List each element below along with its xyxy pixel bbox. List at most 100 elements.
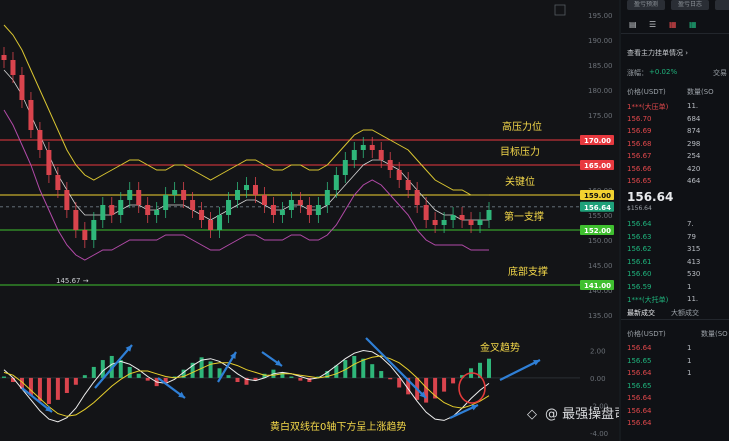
candle-body: [163, 195, 169, 210]
bid-row[interactable]: 156.64 7.: [627, 218, 729, 230]
macd-histogram-bar: [379, 371, 384, 378]
trade-row[interactable]: 156.64: [627, 405, 729, 417]
ask-price: 156.69: [627, 127, 652, 135]
macd-histogram-bar: [136, 373, 141, 378]
bid-qty: 530: [687, 270, 701, 278]
ask-row[interactable]: 156.70 684: [627, 113, 729, 125]
trade-row[interactable]: 156.65 1: [627, 355, 729, 367]
candle-body: [297, 200, 303, 205]
macd-histogram-bar: [235, 377, 240, 383]
bid-qty: 1: [687, 282, 692, 291]
ask-qty: 464: [687, 177, 701, 185]
candle-body: [405, 180, 411, 190]
ask-price: 1***(大压单): [627, 103, 669, 111]
view-toggle-bar: ▤ ☰ ▦ ▦: [621, 17, 729, 34]
layout-bids-icon[interactable]: ▦: [689, 20, 697, 29]
trade-row[interactable]: 156.64 1: [627, 342, 729, 354]
candle-body: [145, 205, 151, 215]
trade-col-qty: 数量(SO: [701, 330, 728, 338]
trade-qty: 1: [687, 344, 692, 352]
trades-tabs: 最新成交 大额成交: [621, 305, 729, 320]
layout-asks-icon[interactable]: ▦: [669, 20, 677, 29]
trend-annotation: 黄白双线在0轴下方呈上涨趋势: [270, 420, 406, 433]
trade-row[interactable]: 156.64: [627, 392, 729, 404]
macd-histogram-bar: [73, 377, 78, 385]
macd-histogram-bar: [145, 377, 150, 381]
candle-body: [360, 145, 366, 150]
change-value: +0.02%: [649, 68, 678, 76]
ask-qty: 874: [687, 127, 701, 135]
chart-area: 195.00 190.00 185.00 180.00 175.00 170.00 165.…: [0, 0, 619, 441]
candle-body: [252, 185, 258, 195]
ask-price: 156.67: [627, 152, 652, 160]
macd-histogram-bar: [64, 377, 69, 393]
macd-histogram-bar: [100, 360, 105, 378]
ask-row[interactable]: 156.69 874: [627, 125, 729, 137]
bid-price: 156.60: [627, 270, 652, 278]
candle-body: [226, 200, 232, 215]
trade-row[interactable]: 156.64 1: [627, 367, 729, 379]
bid-price: 156.64: [627, 220, 652, 228]
ask-row[interactable]: 156.65 464: [627, 175, 729, 187]
macd-histogram-bar: [118, 360, 123, 378]
ask-row[interactable]: 1***(大压单) 11.: [627, 100, 729, 112]
candle-body: [441, 220, 447, 225]
level-tag-label: 141.00: [584, 282, 611, 290]
trade-row[interactable]: 156.65: [627, 380, 729, 392]
bid-row[interactable]: 1***(大托单) 11.: [627, 293, 729, 305]
candle-body: [432, 220, 438, 225]
ask-qty: 254: [687, 152, 701, 160]
layout-both-icon[interactable]: ▤: [629, 20, 637, 29]
candle-body: [190, 200, 196, 210]
bid-row[interactable]: 156.62 315: [627, 243, 729, 255]
candle-body: [28, 100, 34, 130]
candle-body: [324, 190, 330, 205]
candle-body: [55, 175, 61, 190]
trade-col-price: 价格(USDT): [627, 330, 666, 338]
candle-body: [82, 230, 88, 240]
macd-histogram-bar: [451, 377, 456, 384]
bid-row[interactable]: 156.60 530: [627, 268, 729, 280]
candle-body: [315, 205, 321, 215]
trade-row[interactable]: 156.64: [627, 417, 729, 429]
trend-arrow: [94, 344, 133, 389]
candle-body: [37, 130, 43, 150]
bid-row[interactable]: 156.59 1: [627, 281, 729, 293]
watermark-text: @ 最强操盘司令: [545, 406, 619, 422]
ask-row[interactable]: 156.67 254: [627, 150, 729, 162]
order-book-panel: 盈亏预测 盈亏日志 ▤ ☰ ▦ ▦ 查看主力挂单情况 › 涨幅： +0.02% …: [621, 0, 729, 441]
bid-row[interactable]: 156.63 79: [627, 231, 729, 243]
indicator-tick-label: -4.00: [590, 430, 608, 438]
trade-price: 156.64: [627, 369, 652, 377]
macd-histogram-bar: [388, 377, 393, 380]
candle-body: [181, 190, 187, 200]
tab-latest-trades[interactable]: 最新成交: [627, 308, 655, 318]
price-tick-label: 150.00: [588, 237, 613, 245]
upper-band-line: [3, 24, 489, 196]
tab-large-trades[interactable]: 大额成交: [671, 308, 699, 318]
candle-body: [118, 200, 124, 215]
col-price-header: 价格(USDT): [627, 88, 666, 96]
candle-body: [19, 75, 25, 100]
candle-body: [154, 210, 160, 215]
change-right: 交易: [713, 69, 727, 77]
chart-settings-icon: [554, 4, 566, 16]
last-price: 156.64: [627, 190, 674, 204]
ask-row[interactable]: 156.66 420: [627, 163, 729, 175]
top-button-1[interactable]: 盈亏预测: [627, 0, 665, 10]
top-button-3[interactable]: [715, 0, 729, 10]
bid-qty: 11.: [687, 295, 699, 303]
ask-row[interactable]: 156.68 298: [627, 138, 729, 150]
candle-body: [369, 145, 375, 150]
top-button-2[interactable]: 盈亏日志: [671, 0, 709, 10]
ask-price: 156.68: [627, 139, 652, 148]
layout-list-icon[interactable]: ☰: [649, 20, 656, 29]
candle-body: [199, 210, 205, 220]
trade-price: 156.65: [627, 381, 652, 390]
watermark-logo-icon: ◇: [527, 407, 537, 422]
indicator-tick-label: 0.00: [590, 375, 606, 383]
main-orders-link[interactable]: 查看主力挂单情况 ›: [627, 48, 688, 58]
bid-row[interactable]: 156.61 413: [627, 256, 729, 268]
macd-histogram-bar: [289, 376, 294, 378]
candle-body: [396, 170, 402, 180]
